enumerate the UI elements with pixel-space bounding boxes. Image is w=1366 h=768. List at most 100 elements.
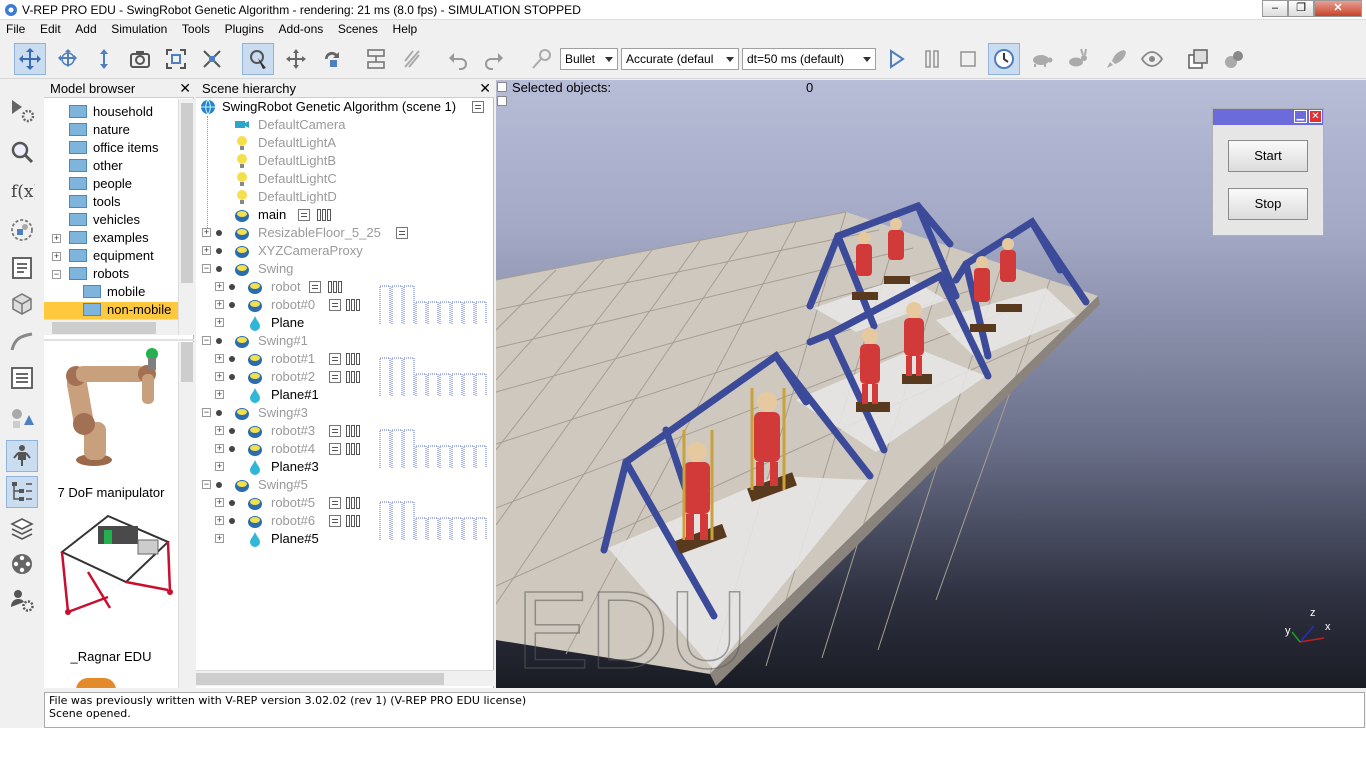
parameters-icon[interactable]: [328, 281, 343, 293]
script-icon[interactable]: [472, 101, 484, 113]
page-selector-button[interactable]: [1182, 43, 1214, 75]
tree-item-robot1[interactable]: + robot#1: [215, 350, 375, 368]
parameters-icon[interactable]: [346, 353, 361, 365]
minimize-button[interactable]: –: [1262, 0, 1288, 17]
expand-icon[interactable]: +: [215, 354, 224, 363]
tree-item-robot6[interactable]: + robot#6: [215, 512, 375, 530]
path-edit-button[interactable]: [6, 326, 38, 358]
accuracy-select[interactable]: Accurate (defaul: [621, 48, 739, 70]
folder-examples[interactable]: + examples: [52, 230, 149, 248]
speed-up-button[interactable]: [1062, 43, 1094, 75]
scene-root-item[interactable]: SwingRobot Genetic Algorithm (scene 1): [200, 98, 490, 116]
scene-hierarchy-toggle[interactable]: [6, 476, 38, 508]
model-partial-thumbnail[interactable]: [76, 678, 116, 688]
visualization-toggle-button[interactable]: [1136, 43, 1168, 75]
menu-tools[interactable]: Tools: [176, 20, 215, 36]
collections-button[interactable]: [6, 214, 38, 246]
expand-icon[interactable]: +: [215, 462, 224, 471]
expand-icon[interactable]: +: [202, 246, 211, 255]
collapse-icon[interactable]: −: [52, 270, 61, 279]
physics-engine-select[interactable]: Bullet: [560, 48, 618, 70]
selection-button[interactable]: [6, 402, 38, 434]
fit-to-view-button[interactable]: [160, 43, 192, 75]
object-shift-button[interactable]: [280, 43, 312, 75]
timestep-select[interactable]: dt=50 ms (default): [742, 48, 876, 70]
parameters-icon[interactable]: [346, 443, 361, 455]
script-icon[interactable]: [298, 209, 310, 221]
expand-icon[interactable]: +: [215, 300, 224, 309]
folder-nature[interactable]: nature: [69, 122, 130, 140]
tree-item-robot3[interactable]: + robot#3: [215, 422, 375, 440]
expand-icon[interactable]: +: [215, 318, 224, 327]
expand-icon[interactable]: +: [202, 228, 211, 237]
panel-divider[interactable]: [44, 339, 194, 341]
parameters-icon[interactable]: [317, 209, 332, 221]
simulation-settings-button[interactable]: [6, 94, 38, 126]
info-toggle-icon[interactable]: [497, 82, 507, 92]
scrollbar-thumb[interactable]: [181, 103, 193, 283]
object-select-button[interactable]: [242, 43, 274, 75]
camera-rotate-button[interactable]: [52, 43, 84, 75]
calculation-modules-button[interactable]: [6, 136, 38, 168]
scene-tree-hscrollbar[interactable]: [196, 670, 494, 686]
tree-item-robot0[interactable]: + robot#0: [215, 296, 360, 314]
parameters-icon[interactable]: [346, 497, 361, 509]
thread-rendering-button[interactable]: [1100, 43, 1132, 75]
menu-scenes[interactable]: Scenes: [332, 20, 383, 36]
model-7dof-manipulator[interactable]: 7 DoF manipulator: [44, 342, 178, 500]
folder-equipment[interactable]: + equipment: [52, 248, 154, 266]
menu-help[interactable]: Help: [387, 20, 423, 36]
tree-item-robot5[interactable]: + robot#5: [215, 494, 375, 512]
slow-down-button[interactable]: [1026, 43, 1058, 75]
parameters-icon[interactable]: [346, 299, 361, 311]
camera-shift-button[interactable]: [88, 43, 120, 75]
parameters-icon[interactable]: [346, 425, 361, 437]
expand-icon[interactable]: +: [215, 516, 224, 525]
expand-icon[interactable]: +: [215, 534, 224, 543]
pause-simulation-button[interactable]: [916, 43, 948, 75]
transfer-dna-button[interactable]: [396, 43, 428, 75]
close-button[interactable]: ✕: [1314, 0, 1362, 17]
function-button[interactable]: f(x): [6, 174, 38, 206]
menu-add-ons[interactable]: Add-ons: [273, 20, 329, 36]
collapse-icon[interactable]: −: [202, 408, 211, 417]
expand-icon[interactable]: +: [215, 372, 224, 381]
script-icon[interactable]: [329, 353, 341, 365]
folder-tools[interactable]: tools: [69, 194, 120, 212]
expand-icon[interactable]: +: [215, 444, 224, 453]
tree-item-main[interactable]: main: [232, 206, 372, 224]
camera-pan-button[interactable]: [14, 43, 46, 75]
scrollbar-thumb[interactable]: [181, 342, 193, 382]
tree-item-robot[interactable]: + robot: [215, 278, 355, 296]
script-icon[interactable]: [329, 425, 341, 437]
dynamics-toggle-button[interactable]: [526, 43, 558, 75]
folder-household[interactable]: household: [69, 104, 153, 122]
object-rotate-button[interactable]: [316, 43, 348, 75]
collapse-icon[interactable]: −: [202, 336, 211, 345]
parameters-icon[interactable]: [346, 515, 361, 527]
folder-tree-hscrollbar[interactable]: [44, 319, 178, 335]
scrollbar-thumb[interactable]: [196, 673, 444, 685]
tree-item-robot2[interactable]: + robot#2: [215, 368, 375, 386]
video-recorder-button[interactable]: [6, 548, 38, 580]
thumbnails-scrollbar[interactable]: [178, 342, 194, 688]
expand-icon[interactable]: +: [52, 234, 61, 243]
maximize-button[interactable]: ❐: [1288, 0, 1314, 17]
start-button[interactable]: Start: [1228, 140, 1308, 172]
undo-button[interactable]: [442, 43, 474, 75]
shape-edit-button[interactable]: [6, 288, 38, 320]
close-icon[interactable]: ✕: [479, 80, 491, 97]
camera-angle-button[interactable]: [124, 43, 156, 75]
folder-other[interactable]: other: [69, 158, 123, 176]
info-toggle-icon[interactable]: [497, 96, 507, 106]
stop-button[interactable]: Stop: [1228, 188, 1308, 220]
script-icon[interactable]: [309, 281, 321, 293]
custom-ui-titlebar[interactable]: ▁ ✕: [1213, 109, 1323, 125]
menu-file[interactable]: File: [0, 20, 30, 36]
folder-office-items[interactable]: office items: [69, 140, 159, 158]
expand-icon[interactable]: +: [215, 426, 224, 435]
script-icon[interactable]: [329, 497, 341, 509]
script-icon[interactable]: [329, 371, 341, 383]
script-icon[interactable]: [329, 443, 341, 455]
scene-viewport[interactable]: EDU z x y Selected objects: 0 ▁ ✕ Start …: [496, 80, 1366, 688]
